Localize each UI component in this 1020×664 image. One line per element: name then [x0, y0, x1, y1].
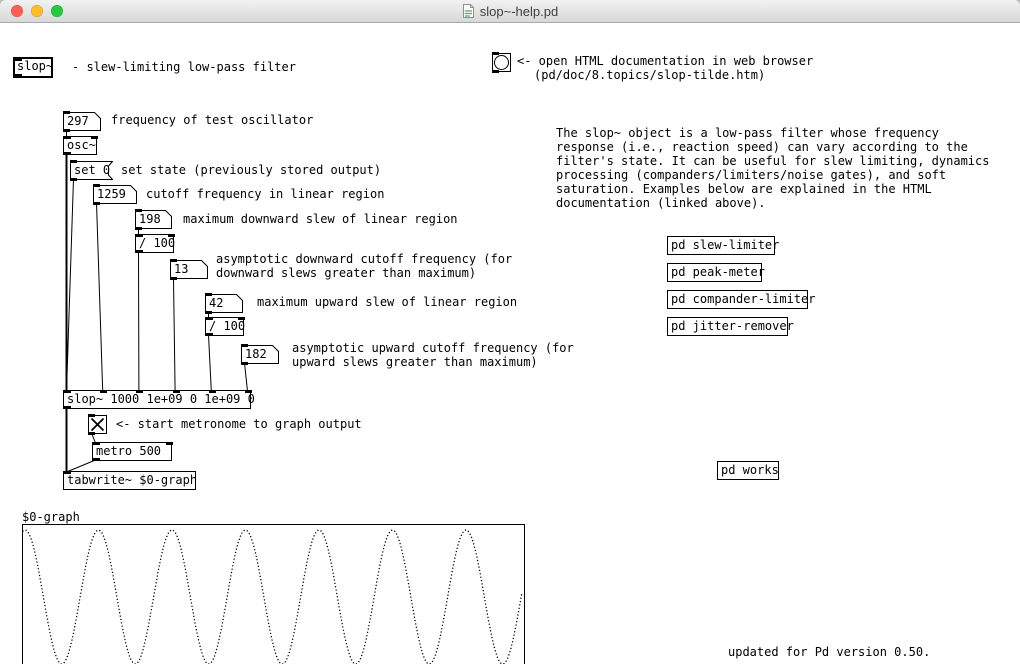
- inlet-nub: [15, 58, 22, 61]
- inlet-nub: [209, 390, 216, 393]
- object-slop-filter[interactable]: slop~ 1000 1e+09 0 1e+09 0: [63, 390, 251, 409]
- pd-file-icon: [462, 3, 475, 19]
- outlet-nub: [135, 227, 142, 230]
- inlet-nub: [88, 414, 95, 417]
- number-max-up-slew[interactable]: 42: [205, 294, 243, 313]
- comment-open-docs-line1: <- open HTML documentation in web browse…: [517, 54, 813, 68]
- outlet-nub: [15, 74, 22, 77]
- inlet-nub: [93, 184, 100, 187]
- inlet-nub: [241, 344, 248, 347]
- patch-canvas: slop~ 297 osc~ set 0 1259 198 / 100 13 42 / 100 18…: [0, 23, 1020, 664]
- number-asym-down-cutoff[interactable]: 13: [170, 260, 208, 279]
- minimize-button[interactable]: [31, 5, 43, 17]
- object-div100-up[interactable]: / 100: [205, 317, 244, 336]
- inlet-nub: [492, 52, 499, 55]
- comment-set-state: set state (previously stored output): [121, 163, 381, 177]
- inlet-nub: [205, 293, 212, 296]
- object-div100-down[interactable]: / 100: [135, 234, 174, 253]
- inlet-nub: [93, 442, 100, 445]
- comment-asym-down-cutoff: asymptotic downward cutoff frequency (fo…: [216, 252, 512, 280]
- outlet-nub: [64, 406, 71, 409]
- connection-cord: [245, 363, 248, 391]
- toggle-metronome[interactable]: [88, 415, 107, 434]
- inlet-nub: [100, 390, 107, 393]
- comment-start-metro: <- start metronome to graph output: [116, 417, 362, 431]
- inlet-nub: [136, 234, 143, 237]
- number-max-down-slew[interactable]: 198: [135, 210, 172, 229]
- comment-cutoff-linear: cutoff frequency in linear region: [146, 187, 384, 201]
- outlet-nub: [93, 458, 100, 461]
- subpatch-peak-meter[interactable]: pd peak-meter: [667, 263, 762, 282]
- bang-circle-icon: [495, 56, 509, 70]
- outlet-nub: [70, 178, 77, 181]
- inlet-nub: [170, 259, 177, 262]
- comment-open-docs-line2: (pd/doc/8.topics/slop-tilde.htm): [534, 68, 765, 82]
- outlet-nub: [241, 362, 248, 365]
- inlet-nub: [63, 111, 70, 114]
- inlet-nub: [245, 390, 252, 393]
- comment-test-freq: frequency of test oscillator: [111, 113, 313, 127]
- pd-window: slop~-help.pd slop~ 297 osc~ set 0 1259 198 / …: [0, 0, 1020, 664]
- sine-waveform: [23, 530, 522, 664]
- comment-max-down-slew: maximum downward slew of linear region: [183, 212, 458, 226]
- zoom-button[interactable]: [51, 5, 63, 17]
- number-test-freq[interactable]: 297: [63, 112, 101, 131]
- inlet-nub: [166, 442, 173, 445]
- bang-open-docs[interactable]: [492, 53, 511, 72]
- inlet-nub: [136, 390, 143, 393]
- object-osc[interactable]: osc~: [63, 136, 97, 155]
- object-tabwrite[interactable]: tabwrite~ $0-graph: [63, 471, 196, 490]
- outlet-nub: [205, 311, 212, 314]
- comment-max-up-slew: maximum upward slew of linear region: [257, 295, 517, 309]
- inlet-nub: [238, 317, 245, 320]
- inlet-nub: [173, 390, 180, 393]
- subpatch-slew-limiter[interactable]: pd slew-limiter: [667, 236, 775, 255]
- graph-label: $0-graph: [22, 510, 80, 524]
- connection-cord: [67, 179, 74, 391]
- inlet-nub: [135, 209, 142, 212]
- inlet-nub: [70, 160, 77, 163]
- inlet-nub: [64, 471, 71, 474]
- comment-updated: updated for Pd version 0.50.: [728, 645, 930, 659]
- window-title: slop~-help.pd: [480, 4, 558, 19]
- connection-cord: [174, 278, 176, 391]
- outlet-nub: [206, 333, 213, 336]
- window-title-group: slop~-help.pd: [462, 3, 558, 19]
- object-slop-main[interactable]: slop~: [13, 57, 53, 78]
- connection-cord: [97, 203, 103, 391]
- message-set-state[interactable]: set 0: [70, 161, 113, 180]
- object-metro[interactable]: metro 500: [92, 442, 172, 461]
- comment-main-desc: - slew-limiting low-pass filter: [72, 60, 296, 74]
- outlet-nub: [170, 277, 177, 280]
- array-graph[interactable]: [22, 524, 525, 664]
- comment-asym-up-cutoff: asymptotic upward cutoff frequency (for …: [292, 341, 574, 369]
- outlet-nub: [63, 129, 70, 132]
- outlet-nub: [136, 250, 143, 253]
- subpatch-jitter-remover[interactable]: pd jitter-remover: [667, 317, 788, 336]
- inlet-nub: [168, 234, 175, 237]
- inlet-nub: [64, 136, 71, 139]
- comment-description: The slop~ object is a low-pass filter wh…: [556, 126, 989, 210]
- subpatch-works[interactable]: pd works: [717, 461, 779, 480]
- inlet-nub: [206, 317, 213, 320]
- titlebar: slop~-help.pd: [0, 0, 1020, 23]
- number-cutoff-linear[interactable]: 1259: [93, 185, 137, 204]
- outlet-nub: [492, 70, 499, 73]
- connection-cord: [209, 335, 212, 391]
- close-button[interactable]: [11, 5, 23, 17]
- number-asym-up-cutoff[interactable]: 182: [241, 345, 279, 364]
- outlet-nub: [64, 152, 71, 155]
- outlet-nub: [88, 432, 95, 435]
- inlet-nub: [91, 136, 98, 139]
- inlet-nub: [64, 390, 71, 393]
- subpatch-compander-limiter[interactable]: pd compander-limiter: [667, 290, 808, 309]
- outlet-nub: [93, 202, 100, 205]
- traffic-lights: [11, 0, 63, 22]
